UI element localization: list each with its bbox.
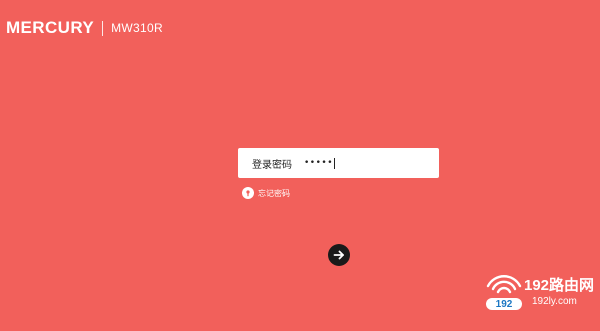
header-divider [102,20,104,36]
key-hint-icon [242,187,254,199]
model-name: MW310R [111,21,163,35]
watermark-title: 192路由网 [524,277,595,294]
forgot-password-label: 忘记密码 [258,188,290,198]
password-field[interactable]: 登录密码 ••••• [238,148,439,178]
login-submit-button[interactable] [328,244,350,266]
password-input[interactable]: ••••• [304,157,336,169]
header: MERCURY MW310R [6,18,163,38]
arrow-right-icon [333,250,344,260]
watermark-url: 192ly.com [532,296,577,307]
password-mask-text: ••••• [304,158,334,168]
text-caret [334,157,336,169]
password-label: 登录密码 [252,159,292,171]
brand-logo: MERCURY [6,18,95,37]
watermark-badge: 192 [486,298,522,310]
site-watermark: 192路由网 192 192ly.com [480,272,598,328]
forgot-password-link[interactable]: 忘记密码 [242,187,290,199]
